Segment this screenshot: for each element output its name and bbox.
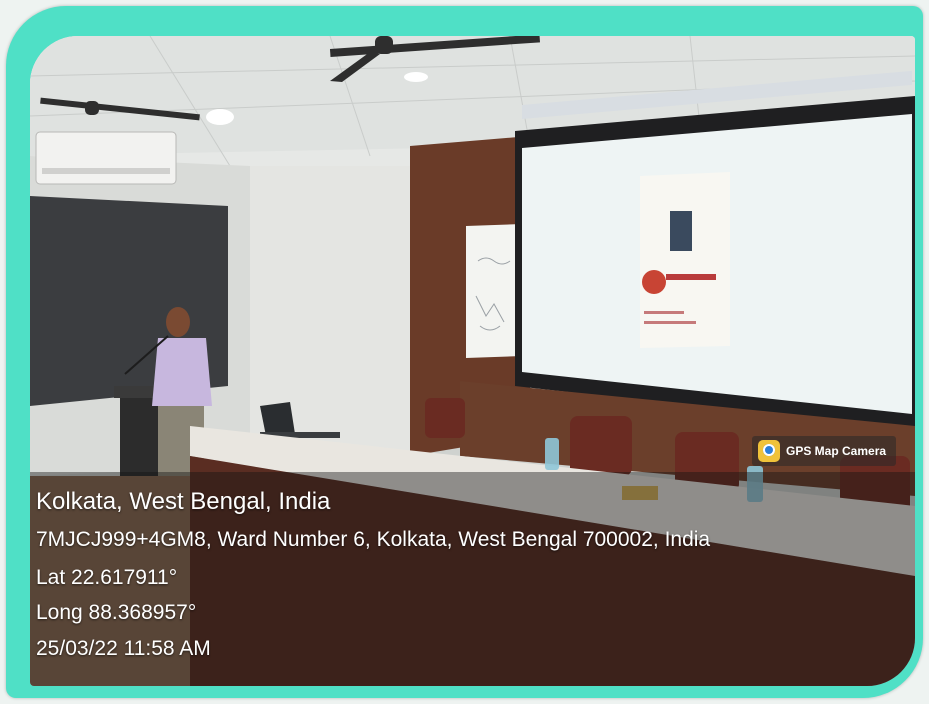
location-address: 7MJCJ999+4GM8, Ward Number 6, Kolkata, W… bbox=[36, 528, 711, 551]
gps-map-camera-badge: GPS Map Camera bbox=[752, 436, 897, 466]
photo-frame: GPS Map Camera Kolkata, West Bengal, Ind… bbox=[6, 6, 923, 698]
location-title: Kolkata, West Bengal, India bbox=[36, 488, 331, 515]
latitude-text: Lat 22.617911° bbox=[36, 566, 178, 589]
longitude-text: Long 88.368957° bbox=[36, 601, 197, 624]
timestamp-text: 25/03/22 11:58 AM bbox=[36, 637, 211, 660]
location-overlay: Kolkata, West Bengal, India 7MJCJ999+4GM… bbox=[30, 472, 915, 686]
gps-badge-label: GPS Map Camera bbox=[786, 444, 887, 458]
map-pin-icon bbox=[758, 440, 780, 462]
classroom-photo: GPS Map Camera Kolkata, West Bengal, Ind… bbox=[30, 36, 915, 686]
